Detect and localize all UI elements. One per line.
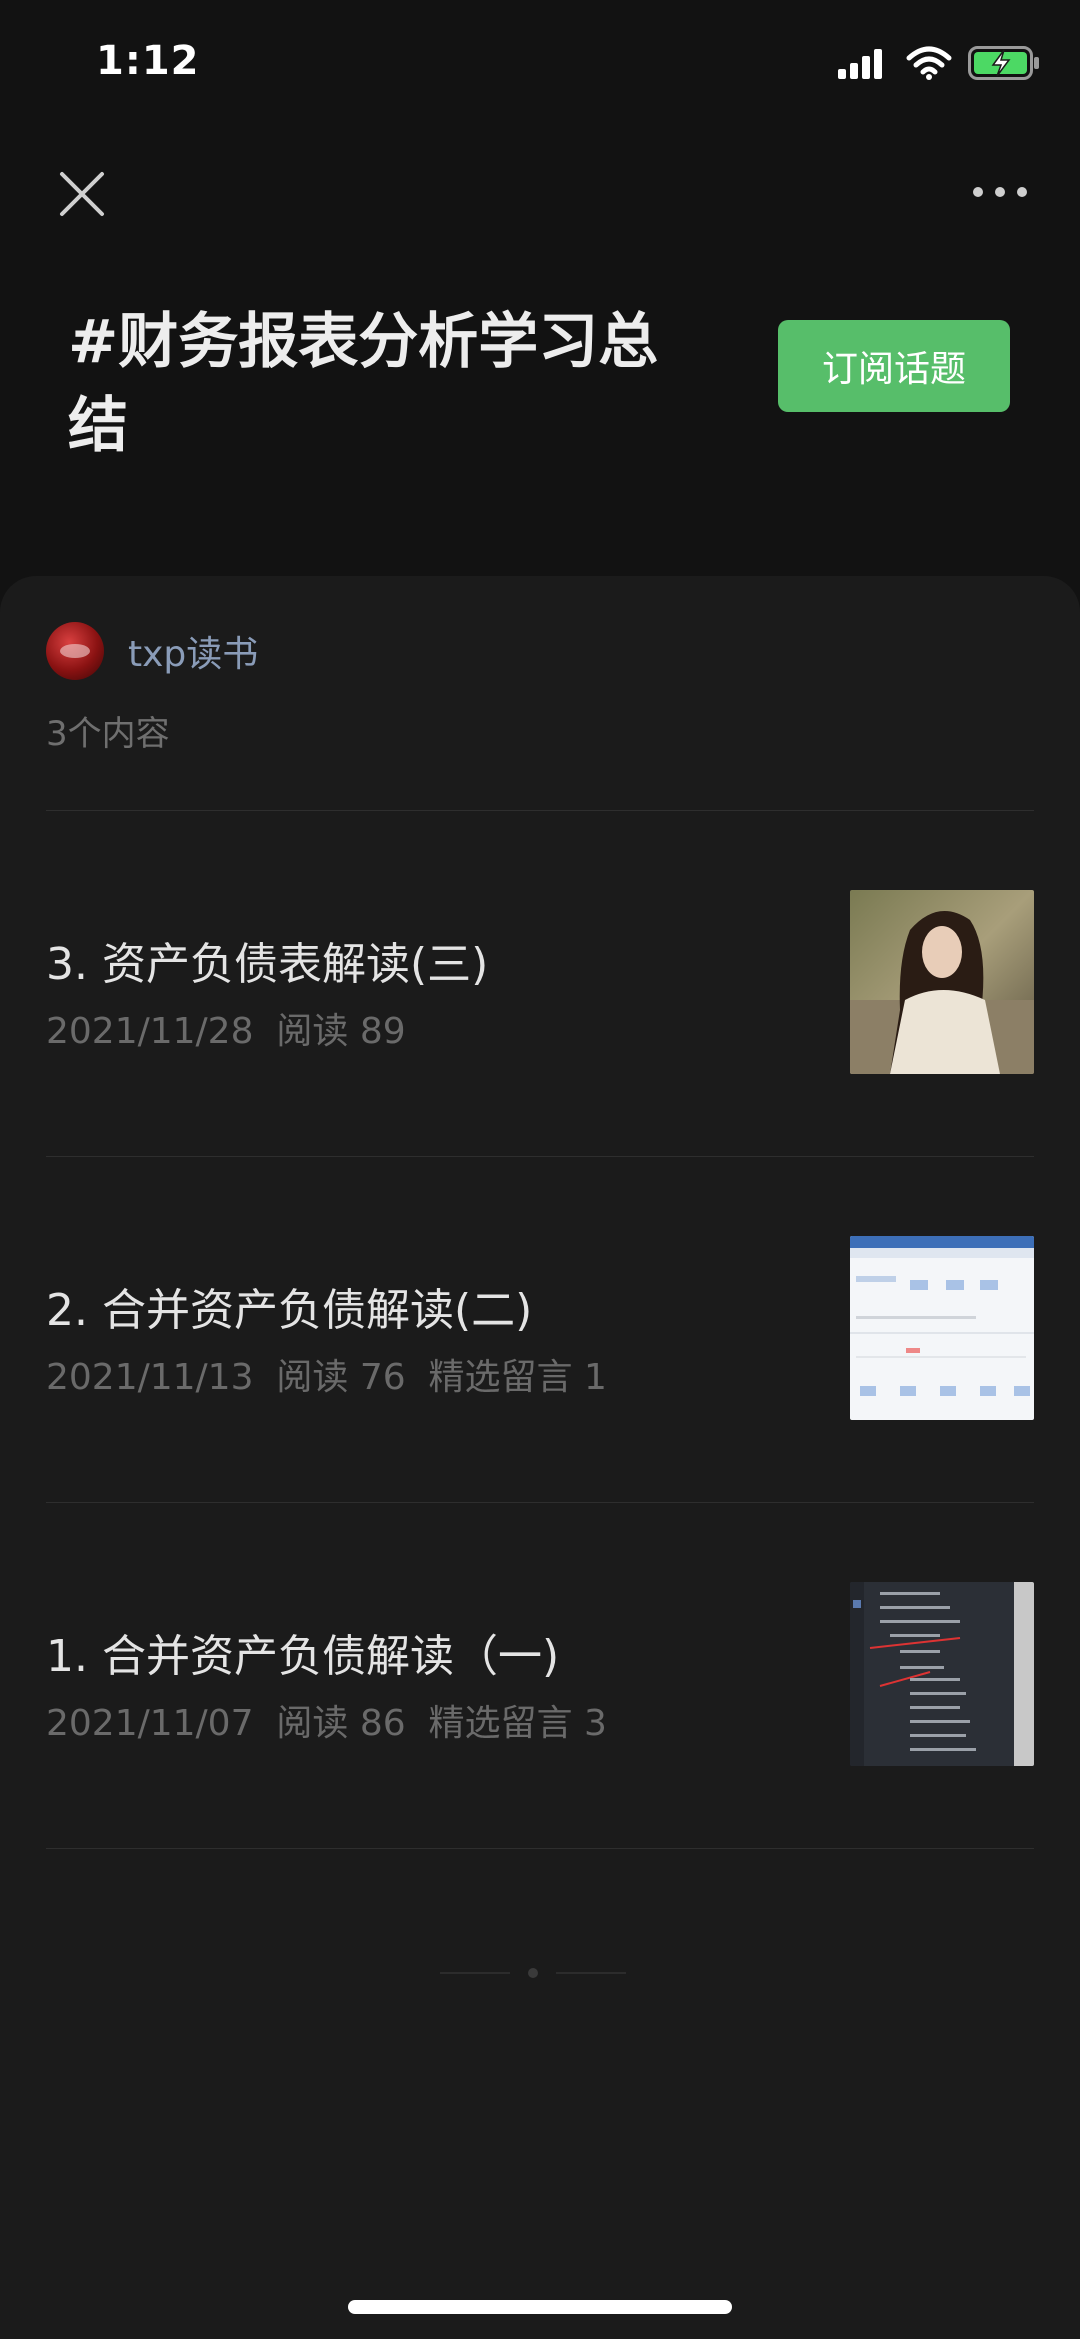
article-item[interactable]: 3. 资产负债表解读(三) 2021/11/28 阅读 89 (0, 810, 1080, 1156)
nav-bar (0, 150, 1080, 230)
article-title[interactable]: 3. 资产负债表解读(三) (46, 928, 488, 992)
status-time: 1:12 (96, 38, 200, 84)
pager-line (440, 1972, 510, 1974)
author-avatar[interactable] (46, 622, 104, 680)
topic-content-card: txp读书 3个内容 3. 资产负债表解读(三) 2021/11/28 阅读 8… (0, 576, 1080, 2339)
article-meta: 2021/11/13 阅读 76 精选留言 1 (46, 1357, 607, 1398)
author-row[interactable]: txp读书 (46, 622, 258, 680)
home-indicator[interactable] (348, 2300, 732, 2314)
article-thumbnail[interactable] (850, 1582, 1034, 1766)
article-thumbnail[interactable] (850, 890, 1034, 1074)
close-icon (60, 172, 104, 216)
article-thumbnail[interactable] (850, 1236, 1034, 1420)
article-meta: 2021/11/07 阅读 86 精选留言 3 (46, 1703, 607, 1744)
article-item[interactable]: 2. 合并资产负债解读(二) 2021/11/13 阅读 76 精选留言 1 (0, 1156, 1080, 1502)
signal-icon (838, 47, 890, 83)
divider (46, 1848, 1034, 1849)
wifi-icon (906, 46, 952, 84)
more-icon (973, 187, 1027, 197)
article-title[interactable]: 1. 合并资产负债解读（一) (46, 1620, 559, 1684)
page-indicator (440, 1968, 626, 1978)
article-item[interactable]: 1. 合并资产负债解读（一) 2021/11/07 阅读 86 精选留言 3 (0, 1502, 1080, 1848)
status-bar: 1:12 (0, 0, 1080, 132)
status-icons (838, 46, 1040, 84)
article-title[interactable]: 2. 合并资产负债解读(二) (46, 1274, 532, 1338)
subscribe-topic-button[interactable]: 订阅话题 (778, 320, 1010, 412)
author-name[interactable]: txp读书 (128, 625, 258, 677)
battery-charging-icon (968, 46, 1040, 84)
more-button[interactable] (970, 180, 1030, 204)
pager-dot (528, 1968, 538, 1978)
close-button[interactable] (52, 164, 112, 224)
topic-title: #财务报表分析学习总结 (68, 307, 659, 461)
article-meta: 2021/11/28 阅读 89 (46, 1011, 406, 1052)
pager-line (556, 1972, 626, 1974)
content-count: 3个内容 (46, 714, 170, 754)
